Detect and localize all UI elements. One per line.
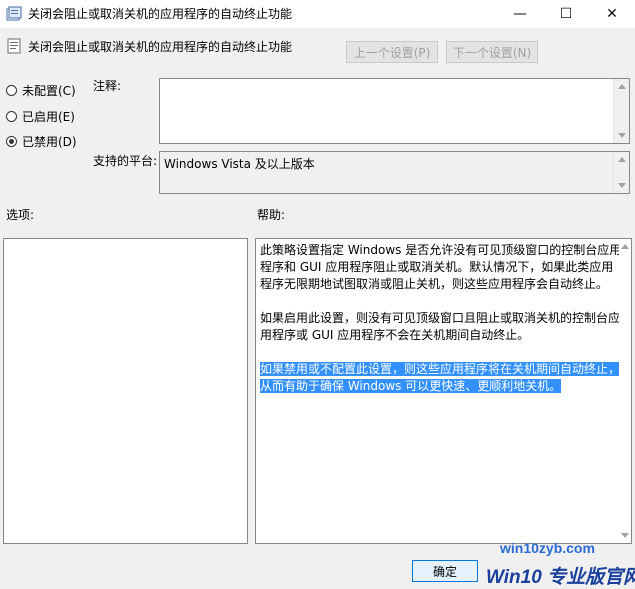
watermark-logo-text: Win10 专业版官网 xyxy=(486,567,635,588)
help-text: 此策略设置指定 Windows 是否允许没有可见顶级窗口的控制台应用程序和 GU… xyxy=(260,242,625,412)
radio-label: 未配置(C) xyxy=(22,84,76,98)
comment-scrollbar[interactable] xyxy=(613,79,629,143)
options-panel xyxy=(3,238,248,544)
minimize-icon: — xyxy=(513,6,527,22)
options-label: 选项: xyxy=(6,208,35,222)
scroll-down-icon xyxy=(618,133,626,138)
help-scrollbar[interactable] xyxy=(619,239,631,543)
radio-label: 已禁用(D) xyxy=(22,135,77,149)
radio-enabled[interactable]: 已启用(E) xyxy=(6,108,75,125)
comment-textarea[interactable] xyxy=(159,78,630,144)
supported-value: Windows Vista 及以上版本 xyxy=(164,157,315,171)
window-title: 关闭会阻止或取消关机的应用程序的自动终止功能 xyxy=(28,7,293,21)
maximize-icon: ☐ xyxy=(559,6,573,22)
setting-icon xyxy=(7,38,21,54)
supported-label: 支持的平台: xyxy=(93,154,158,168)
scroll-up-icon xyxy=(618,157,626,162)
radio-circle-selected xyxy=(6,136,17,147)
title-bar: 关闭会阻止或取消关机的应用程序的自动终止功能 — ☐ ✕ xyxy=(0,0,635,28)
help-label: 帮助: xyxy=(257,208,286,222)
watermark-url: win10zyb.com xyxy=(500,540,595,556)
supported-scrollbar[interactable] xyxy=(613,152,629,193)
close-button[interactable]: ✕ xyxy=(589,0,635,28)
help-paragraph: 此策略设置指定 Windows 是否允许没有可见顶级窗口的控制台应用程序和 GU… xyxy=(260,243,622,291)
radio-circle xyxy=(6,85,17,96)
policy-icon xyxy=(6,6,22,21)
help-paragraph: 如果启用此设置，则没有可见顶级窗口且阻止或取消关机的控制台应用程序或 GUI 应… xyxy=(260,311,621,342)
next-setting-button[interactable]: 下一个设置(N) xyxy=(446,41,538,63)
comment-label: 注释: xyxy=(93,79,122,93)
scroll-up-icon xyxy=(618,84,626,89)
scroll-up-icon xyxy=(621,244,629,249)
help-paragraph-selected: 如果禁用或不配置此设置，则这些应用程序将在关机期间自动终止，从而有助于确保 Wi… xyxy=(260,362,621,393)
close-icon: ✕ xyxy=(606,6,618,22)
supported-field: Windows Vista 及以上版本 xyxy=(159,151,630,194)
radio-label: 已启用(E) xyxy=(22,110,75,124)
scroll-down-icon xyxy=(618,183,626,188)
help-panel: 此策略设置指定 Windows 是否允许没有可见顶级窗口的控制台应用程序和 GU… xyxy=(255,238,632,544)
radio-disabled[interactable]: 已禁用(D) xyxy=(6,133,77,150)
watermark: win10zyb.com Win10 专业版官网 xyxy=(450,538,635,588)
radio-not-configured[interactable]: 未配置(C) xyxy=(6,82,76,99)
policy-name: 关闭会阻止或取消关机的应用程序的自动终止功能 xyxy=(28,40,293,54)
radio-circle xyxy=(6,111,17,122)
minimize-button[interactable]: — xyxy=(497,0,543,28)
previous-setting-button[interactable]: 上一个设置(P) xyxy=(346,41,438,63)
maximize-button[interactable]: ☐ xyxy=(543,0,589,28)
